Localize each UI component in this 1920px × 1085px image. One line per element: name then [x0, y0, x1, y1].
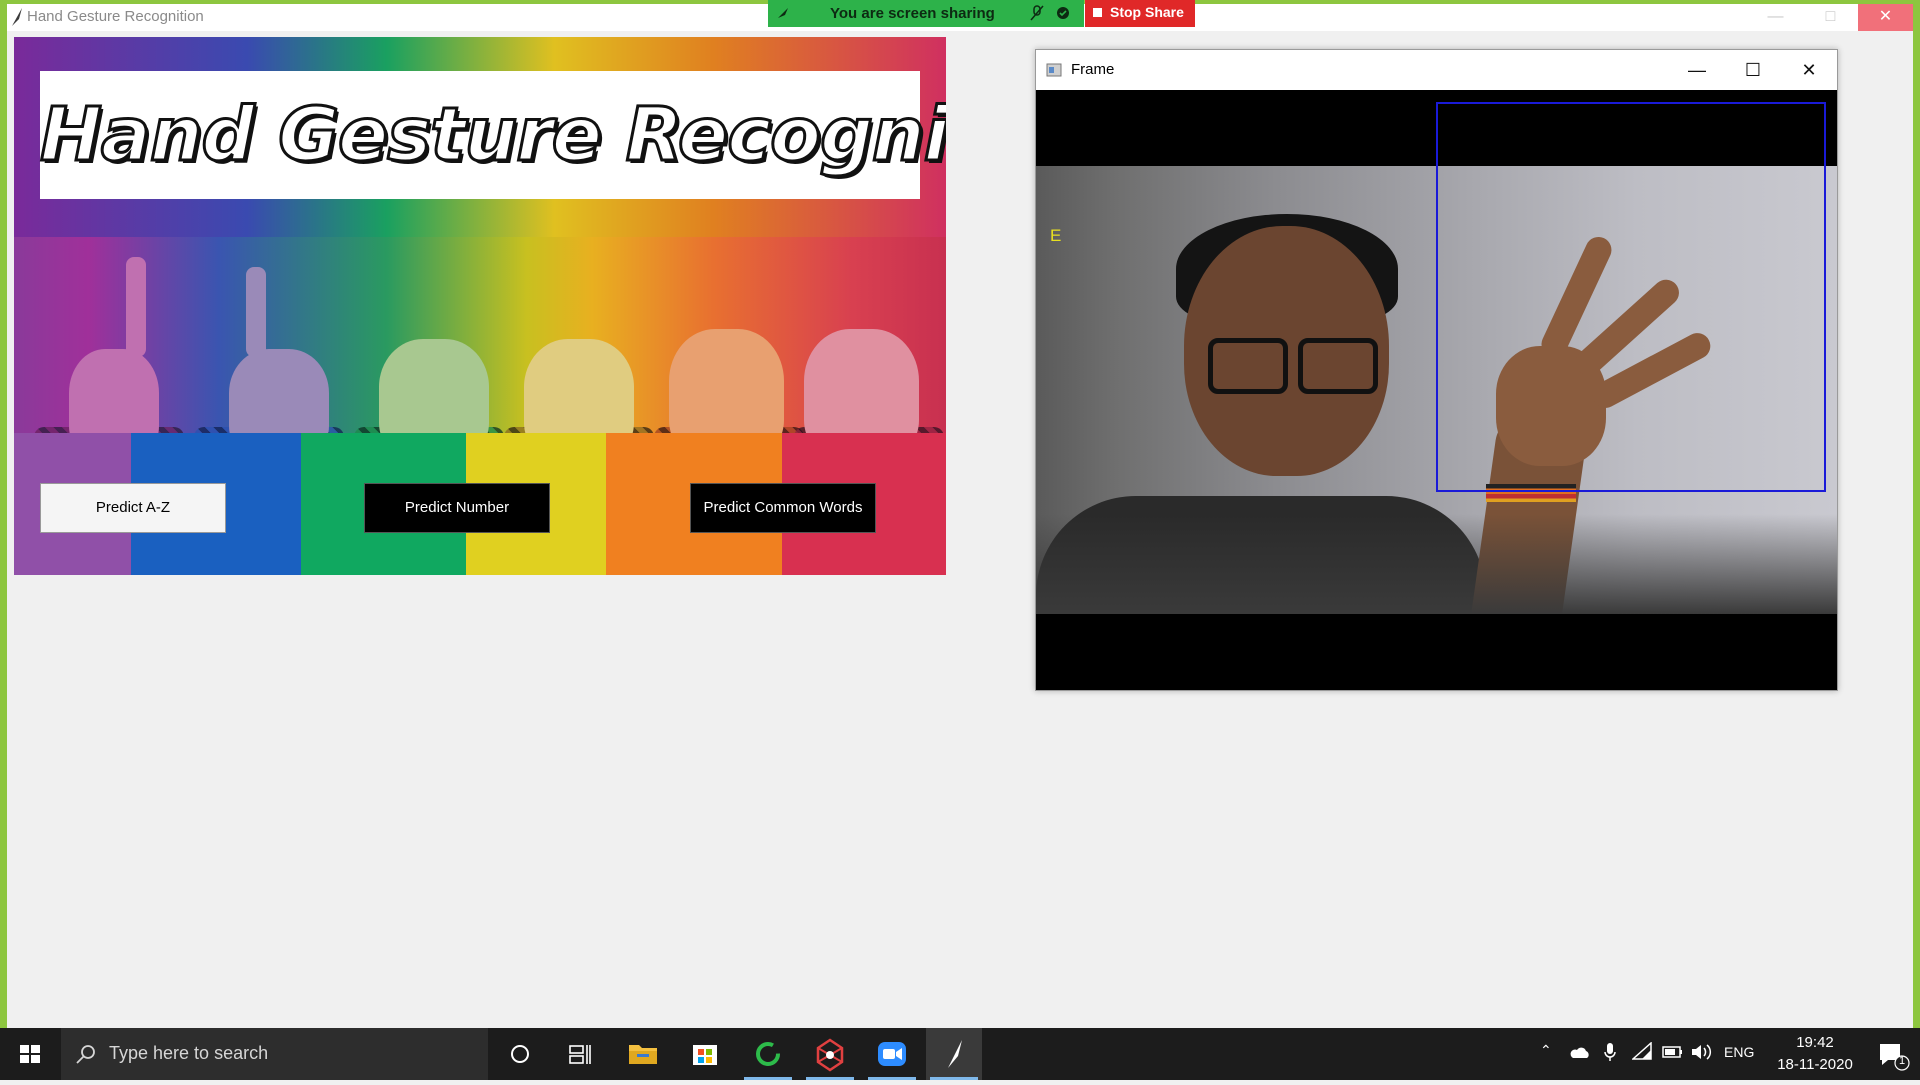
clock-date[interactable]: 18-11-2020	[1765, 1056, 1865, 1073]
windows-logo-icon	[20, 1045, 40, 1063]
window-title: Hand Gesture Recognition	[27, 8, 204, 25]
roi-bounding-box	[1436, 102, 1826, 492]
taskbar: Type here to search ⌃ ENG 19:42 18-11-20…	[0, 1028, 1920, 1080]
file-explorer-icon[interactable]	[615, 1028, 671, 1080]
show-hidden-icons-chevron-icon[interactable]: ⌃	[1540, 1042, 1552, 1059]
search-icon	[76, 1045, 95, 1064]
zoom-icon[interactable]	[864, 1028, 920, 1080]
main-window: Hand Gesture Recognition — □ ✕ Hand Gest…	[0, 0, 1920, 1028]
close-button[interactable]: ✕	[1858, 4, 1913, 31]
share-pin-icon	[778, 8, 788, 18]
language-indicator[interactable]: ENG	[1724, 1044, 1754, 1060]
frame-title: Frame	[1071, 61, 1115, 78]
banner-title: Hand Gesture Recognition	[39, 91, 947, 180]
stop-share-button[interactable]: Stop Share	[1085, 0, 1195, 27]
mute-mic-icon[interactable]	[1030, 5, 1044, 21]
volume-icon[interactable]	[1690, 1042, 1712, 1062]
start-button[interactable]	[0, 1028, 60, 1080]
screen-share-text: You are screen sharing	[830, 5, 995, 22]
frame-maximize-button[interactable]: ☐	[1725, 50, 1781, 90]
predict-common-words-button[interactable]: Predict Common Words	[690, 483, 876, 533]
task-view-icon[interactable]	[552, 1028, 608, 1080]
notification-count: 1	[1899, 1055, 1906, 1067]
feather-app-icon[interactable]	[926, 1028, 982, 1080]
predict-az-button[interactable]: Predict A-Z	[40, 483, 226, 533]
predict-number-button[interactable]: Predict Number	[364, 483, 550, 533]
onedrive-icon[interactable]	[1569, 1042, 1591, 1062]
frame-title-bar[interactable]: Frame — ☐ ✕	[1036, 50, 1837, 90]
stop-icon	[1093, 8, 1102, 17]
microphone-icon[interactable]	[1603, 1042, 1617, 1062]
webcam-shadow	[1036, 514, 1837, 614]
network-app-icon[interactable]	[802, 1028, 858, 1080]
screen-share-bar[interactable]: You are screen sharing	[768, 0, 1084, 27]
glasses-left	[1208, 338, 1288, 394]
wifi-icon[interactable]	[1632, 1042, 1652, 1062]
spinner-app-icon[interactable]	[740, 1028, 796, 1080]
frame-minimize-button[interactable]: —	[1669, 50, 1725, 90]
cortana-icon[interactable]	[492, 1028, 548, 1080]
frame-window-icon	[1046, 63, 1062, 77]
clock-time[interactable]: 19:42	[1775, 1034, 1855, 1051]
camera-feed: E	[1036, 90, 1837, 690]
shield-check-icon[interactable]	[1056, 6, 1070, 20]
glasses-right	[1298, 338, 1378, 394]
feather-icon	[12, 8, 22, 26]
frame-window[interactable]: Frame — ☐ ✕ E	[1035, 49, 1838, 691]
frame-close-button[interactable]: ✕	[1781, 50, 1837, 90]
banner-image: Hand Gesture Recognition	[14, 37, 946, 575]
banner-title-box: Hand Gesture Recognition	[39, 71, 947, 199]
stop-share-label: Stop Share	[1110, 4, 1184, 20]
predicted-letter: E	[1050, 226, 1062, 245]
taskbar-search-box[interactable]: Type here to search	[61, 1028, 488, 1080]
battery-icon[interactable]	[1662, 1042, 1684, 1062]
search-placeholder: Type here to search	[109, 1043, 269, 1063]
minimize-button[interactable]: —	[1748, 4, 1803, 31]
action-center-button[interactable]: 1	[1862, 1028, 1920, 1080]
notification-icon	[1880, 1044, 1910, 1071]
maximize-button[interactable]: □	[1803, 4, 1858, 31]
microsoft-store-icon[interactable]	[677, 1028, 733, 1080]
